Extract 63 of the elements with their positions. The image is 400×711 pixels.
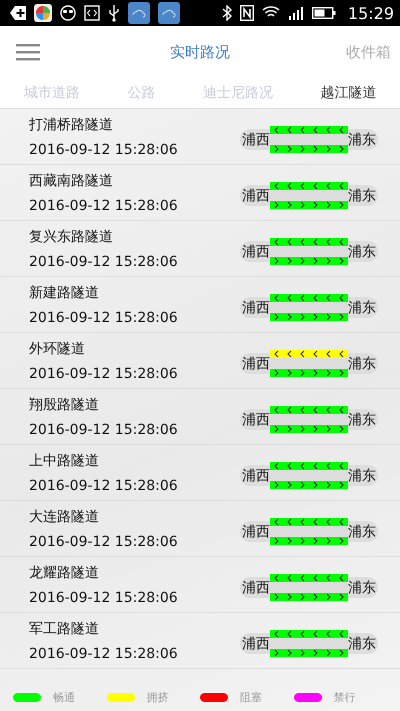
update-time: 2016-09-12 15:28:06: [29, 646, 178, 662]
cloud-app-icon: [128, 2, 150, 24]
tunnel-name: 西藏南路隧道: [29, 172, 114, 190]
legend-label: 阻塞: [240, 690, 262, 704]
east-label: 浦东: [348, 634, 376, 652]
east-label: 浦东: [348, 298, 376, 316]
east-label: 浦东: [348, 466, 376, 484]
east-label: 浦东: [348, 410, 376, 428]
west-label: 浦西: [242, 522, 270, 540]
update-time: 2016-09-12 15:28:06: [29, 590, 178, 606]
update-time: 2016-09-12 15:28:06: [29, 310, 178, 326]
page-title: 实时路况: [170, 42, 230, 62]
tunnel-name: 复兴东路隧道: [29, 228, 114, 246]
nfc-icon: [240, 5, 254, 21]
sunglasses-face-icon: [60, 5, 76, 21]
tunnel-name: 打浦桥路隧道: [29, 116, 114, 134]
west-label: 浦西: [242, 634, 270, 652]
east-label: 浦东: [348, 578, 376, 596]
update-time: 2016-09-12 15:28:06: [29, 254, 178, 270]
east-label: 浦东: [348, 522, 376, 540]
tunnel-name: 外环隧道: [29, 340, 86, 358]
west-label: 浦西: [242, 354, 270, 372]
west-label: 浦西: [242, 242, 270, 260]
update-time: 2016-09-12 15:28:06: [29, 534, 178, 550]
tunnel-name: 龙耀路隧道: [29, 564, 100, 582]
tunnel-name: 翔殷路隧道: [29, 396, 100, 414]
signal-icon: [288, 5, 304, 21]
west-label: 浦西: [242, 410, 270, 428]
inbox-button[interactable]: 收件箱: [344, 40, 393, 64]
battery-icon: [312, 7, 336, 19]
menu-icon[interactable]: [16, 44, 40, 60]
east-label: 浦东: [348, 242, 376, 260]
update-time: 2016-09-12 15:28:06: [29, 142, 178, 158]
plus-icon: [10, 6, 26, 20]
update-time: 2016-09-12 15:28:06: [29, 366, 178, 382]
legend-label: 拥挤: [146, 690, 168, 704]
bluetooth-icon: [222, 5, 232, 21]
category-tab[interactable]: 城市道路: [22, 80, 82, 106]
usb-icon: [108, 4, 120, 22]
category-tab[interactable]: 公路: [125, 80, 158, 106]
update-time: 2016-09-12 15:28:06: [29, 478, 178, 494]
update-time: 2016-09-12 15:28:06: [29, 198, 178, 214]
west-label: 浦西: [242, 130, 270, 148]
west-label: 浦西: [242, 298, 270, 316]
category-tab[interactable]: 越江隧道: [318, 80, 378, 106]
category-tab[interactable]: 迪士尼路况: [200, 80, 275, 106]
east-label: 浦东: [348, 354, 376, 372]
clock-time: 15:29: [348, 4, 394, 22]
west-label: 浦西: [242, 578, 270, 596]
update-time: 2016-09-12 15:28:06: [29, 422, 178, 438]
east-label: 浦东: [348, 130, 376, 148]
legend-label: 禁行: [334, 690, 356, 704]
west-label: 浦西: [242, 186, 270, 204]
tunnel-name: 大连路隧道: [29, 508, 100, 526]
tunnel-name: 新建路隧道: [29, 284, 100, 302]
tunnel-name: 上中路隧道: [29, 452, 100, 470]
tunnel-name: 军工路隧道: [29, 620, 100, 638]
code-icon: [84, 5, 100, 21]
legend-label: 畅通: [53, 690, 75, 704]
east-label: 浦东: [348, 186, 376, 204]
west-label: 浦西: [242, 466, 270, 484]
cloud-app-icon: [158, 2, 180, 24]
app-icon: [34, 4, 52, 22]
